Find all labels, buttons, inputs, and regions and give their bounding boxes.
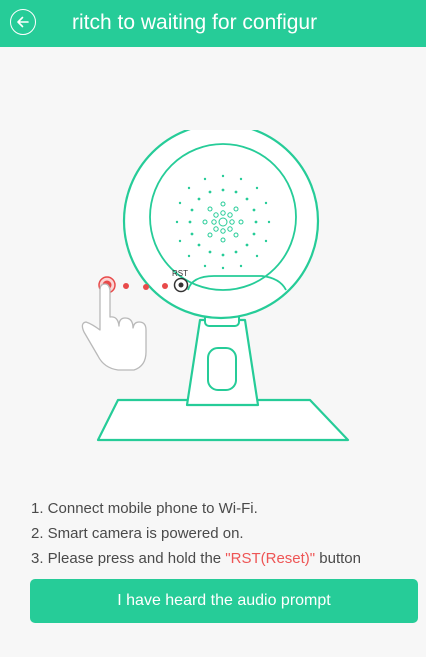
hand-pointer-icon xyxy=(81,283,147,371)
rst-label: RST xyxy=(172,269,188,278)
heard-audio-prompt-button[interactable]: I have heard the audio prompt xyxy=(30,579,418,623)
instruction-step-2: 2. Smart camera is powered on. xyxy=(31,525,244,542)
page-title: ritch to waiting for configur xyxy=(72,12,318,34)
instruction-step-3: 3. Please press and hold the "RST(Reset)… xyxy=(31,546,421,571)
arrow-left-circle-icon xyxy=(17,16,29,28)
back-button[interactable] xyxy=(10,9,36,35)
camera-stand xyxy=(185,318,260,407)
rst-reset-highlight: "RST(Reset)" xyxy=(225,550,316,567)
instruction-step-1: 1. Connect mobile phone to Wi-Fi. xyxy=(31,500,258,517)
instruction-step-3-suffix: button xyxy=(315,550,361,567)
instruction-list: 1. Connect mobile phone to Wi-Fi. 2. Sma… xyxy=(31,496,421,571)
camera-reset-illustration: RST xyxy=(81,130,350,442)
app-header: ritch to waiting for configur xyxy=(0,0,426,47)
instruction-step-3-prefix: 3. Please press and hold the xyxy=(31,550,226,567)
